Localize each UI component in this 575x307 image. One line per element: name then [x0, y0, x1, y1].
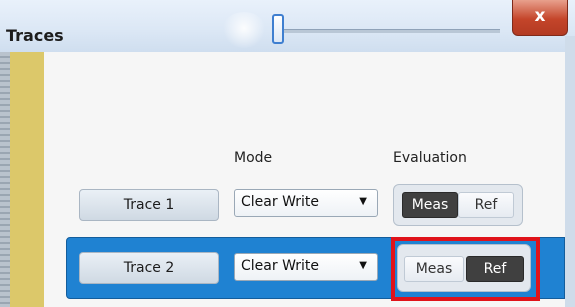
trace-1-mode-dropdown[interactable]: Clear Write ▼: [234, 189, 378, 217]
side-strip: [10, 52, 44, 307]
window-right-edge: [565, 36, 575, 307]
trace-1-evaluation-toggle[interactable]: Meas Ref: [393, 184, 523, 226]
close-icon: x: [534, 6, 546, 26]
trace-1-meas-option[interactable]: Meas: [402, 192, 458, 218]
title-bar: [0, 0, 575, 52]
title-bar-glow: [222, 12, 266, 48]
trace-2-button[interactable]: Trace 2: [79, 252, 219, 284]
slider-thumb[interactable]: [272, 14, 284, 44]
close-button[interactable]: x: [512, 0, 568, 36]
chevron-down-icon: ▼: [359, 196, 367, 207]
evaluation-header: Evaluation: [393, 150, 467, 166]
trace-2-mode-value: Clear Write: [241, 258, 320, 274]
trace-1-ref-option[interactable]: Ref: [458, 192, 514, 218]
chevron-down-icon: ▼: [359, 260, 367, 271]
slider-track[interactable]: [278, 29, 500, 33]
mode-header: Mode: [234, 150, 273, 166]
trace-1-button[interactable]: Trace 1: [79, 189, 219, 221]
window-title: Traces: [6, 26, 64, 45]
trace-1-mode-value: Clear Write: [241, 194, 320, 210]
highlight-box: [391, 237, 540, 301]
left-frame: [0, 52, 10, 307]
trace-2-mode-dropdown[interactable]: Clear Write ▼: [234, 253, 378, 281]
